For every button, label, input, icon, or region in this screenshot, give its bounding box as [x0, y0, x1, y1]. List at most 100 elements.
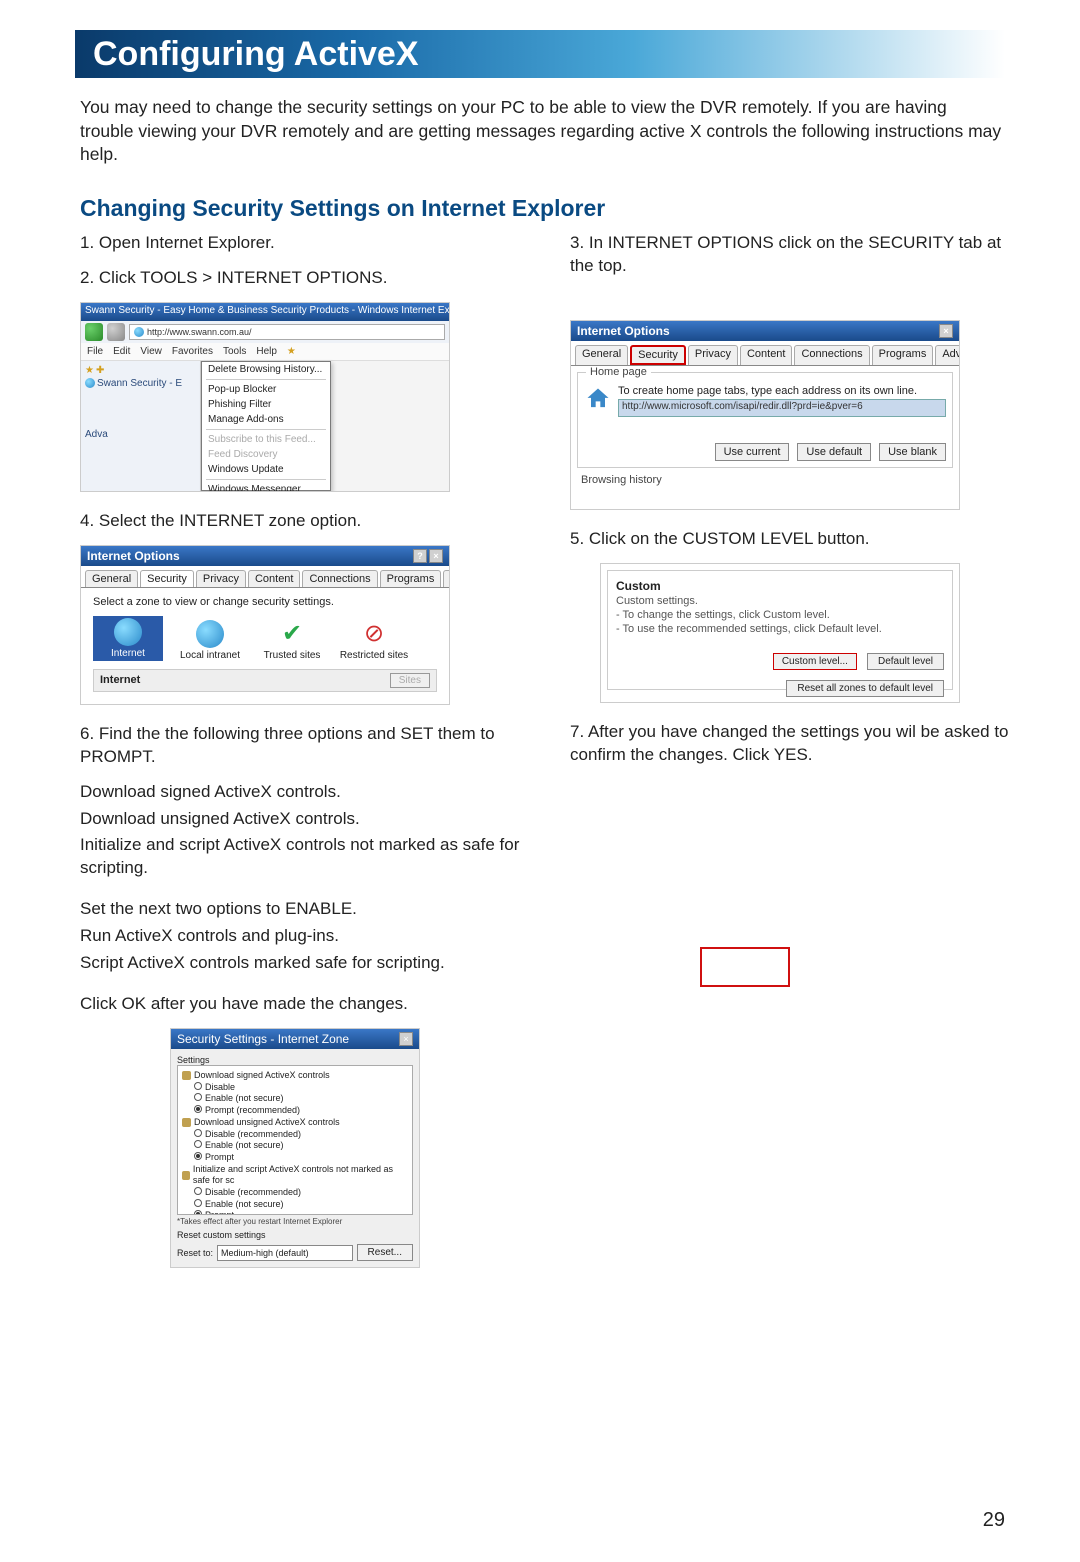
tab-general-4: General: [575, 345, 628, 365]
browsing-history-label: Browsing history: [581, 474, 959, 486]
tab-programs: Programs: [380, 570, 442, 587]
dialog-title-4: Internet Options: [577, 324, 670, 338]
zone-trusted: ✔ Trusted sites: [257, 620, 327, 661]
zone-intranet-label: Local intranet: [180, 650, 240, 661]
zone-internet-label: Internet: [111, 648, 145, 659]
intro-paragraph: You may need to change the security sett…: [80, 96, 1005, 167]
step-1: 1. Open Internet Explorer.: [80, 232, 520, 255]
step-3: 3. In INTERNET OPTIONS click on the SECU…: [570, 232, 1010, 278]
zone-intranet: Local intranet: [175, 620, 245, 661]
tab-content: Content: [248, 570, 301, 587]
step-2: 2. Click TOOLS > INTERNET OPTIONS.: [80, 267, 520, 290]
step-7: 7. After you have changed the settings y…: [570, 721, 1010, 767]
ie-menubar: File Edit View Favorites Tools Help ★: [81, 343, 449, 361]
settings-label: Settings: [177, 1055, 413, 1065]
activex-icon: [182, 1071, 191, 1080]
step-6c: Initialize and script ActiveX controls n…: [80, 834, 520, 880]
globe-icon: [134, 327, 144, 337]
screenshot-custom-level: Custom Custom settings. - To change the …: [600, 563, 960, 703]
zone-restricted: ⊘ Restricted sites: [339, 620, 409, 661]
step-6b: Download unsigned ActiveX controls.: [80, 808, 520, 831]
dd-feed: Feed Discovery: [202, 447, 330, 462]
menu-tools: Tools: [223, 346, 246, 357]
adva-text: Adva: [85, 429, 196, 440]
menu-edit: Edit: [113, 346, 130, 357]
custom-line1: - To change the settings, click Custom l…: [616, 609, 944, 621]
step-6a: Download signed ActiveX controls.: [80, 781, 520, 804]
selected-zone-name: Internet: [100, 674, 140, 686]
tab-advanced-4: Advanced: [935, 345, 960, 365]
screenshot-internet-options-general: Internet Options × General Security Priv…: [570, 320, 960, 510]
restricted-icon: ⊘: [360, 620, 388, 648]
tab-security-highlighted: Security: [630, 345, 686, 365]
dd-update: Windows Update: [202, 462, 330, 477]
dd-messenger: Windows Messenger: [202, 482, 330, 492]
tab-programs-4: Programs: [872, 345, 934, 365]
home-page-group: Home page To create home page tabs, type…: [577, 372, 953, 468]
radio-icon: [194, 1093, 202, 1101]
reset-all-button: Reset all zones to default level: [786, 680, 944, 697]
settings-tree: Download signed ActiveX controls Disable…: [177, 1065, 413, 1215]
radio-icon: [194, 1082, 202, 1090]
dd-addons: Manage Add-ons: [202, 412, 330, 427]
tab-privacy: Privacy: [196, 570, 246, 587]
reset-custom-label: Reset custom settings: [177, 1230, 413, 1240]
screenshot-internet-options-security: Internet Options ?× General Security Pri…: [80, 545, 450, 705]
radio-icon: [194, 1152, 202, 1160]
menu-favorites: Favorites: [172, 346, 213, 357]
screenshot-security-settings: Security Settings - Internet Zone × Sett…: [170, 1028, 420, 1268]
reset-button: Reset...: [357, 1244, 413, 1261]
dd-delete-history: Delete Browsing History...: [202, 362, 330, 377]
home-instruction: To create home page tabs, type each addr…: [618, 385, 946, 397]
back-icon: [85, 323, 103, 341]
yes-highlight-box: [700, 947, 790, 987]
zone-instruction: Select a zone to view or change security…: [93, 596, 437, 608]
tab-content-4: Content: [740, 345, 793, 365]
home-page-label: Home page: [586, 366, 651, 378]
close-icon-4: ×: [939, 324, 953, 338]
reset-to-label: Reset to:: [177, 1248, 213, 1258]
ie-nav-bar: http://www.swann.com.au/: [81, 321, 449, 343]
tree-h3: Initialize and script ActiveX controls n…: [193, 1164, 408, 1187]
tools-dropdown: Delete Browsing History... Pop-up Blocke…: [201, 361, 331, 491]
dd-subscribe: Subscribe to this Feed...: [202, 432, 330, 447]
use-default-button: Use default: [797, 443, 871, 461]
reset-combo: Medium-high (default): [217, 1245, 353, 1261]
radio-icon: [194, 1129, 202, 1137]
page-number: 29: [983, 1509, 1005, 1532]
home-icon: [584, 385, 612, 413]
menu-view: View: [140, 346, 162, 357]
sites-button: Sites: [390, 673, 430, 688]
tree-h1: Download signed ActiveX controls: [194, 1070, 330, 1082]
step-6: 6. Find the the following three options …: [80, 723, 520, 769]
activex-icon: [182, 1118, 191, 1127]
radio-icon: [194, 1210, 202, 1215]
restart-note: *Takes effect after you restart Internet…: [177, 1217, 413, 1226]
tab-connections: Connections: [302, 570, 377, 587]
custom-level-button: Custom level...: [773, 653, 857, 670]
section-heading: Changing Security Settings on Internet E…: [80, 195, 1005, 222]
tab-advanced: Advanced: [443, 570, 450, 587]
dialog-tabs-4: General Security Privacy Content Connect…: [571, 341, 959, 366]
tab-privacy-4: Privacy: [688, 345, 738, 365]
ie-window-title: Swann Security - Easy Home & Business Se…: [81, 303, 449, 321]
favorites-icon: ★: [287, 346, 296, 357]
step-6f: Script ActiveX controls marked safe for …: [80, 952, 520, 975]
right-column: 3. In INTERNET OPTIONS click on the SECU…: [570, 232, 1010, 1286]
intranet-icon: [196, 620, 224, 648]
screenshot-ie-tools-menu: Swann Security - Easy Home & Business Se…: [80, 302, 450, 492]
forward-icon: [107, 323, 125, 341]
step-6e: Run ActiveX controls and plug-ins.: [80, 925, 520, 948]
star-icon-2: ✚: [96, 365, 104, 376]
address-url: http://www.swann.com.au/: [147, 327, 252, 337]
page-title-bar: Configuring ActiveX: [75, 30, 1005, 78]
use-current-button: Use current: [715, 443, 790, 461]
radio-icon: [194, 1105, 202, 1113]
menu-help: Help: [256, 346, 277, 357]
dialog-title: Internet Options: [87, 549, 180, 563]
activex-icon: [182, 1171, 190, 1180]
radio-icon: [194, 1199, 202, 1207]
dd-popup: Pop-up Blocker: [202, 382, 330, 397]
left-column: 1. Open Internet Explorer. 2. Click TOOL…: [80, 232, 520, 1286]
tab-general: General: [85, 570, 138, 587]
